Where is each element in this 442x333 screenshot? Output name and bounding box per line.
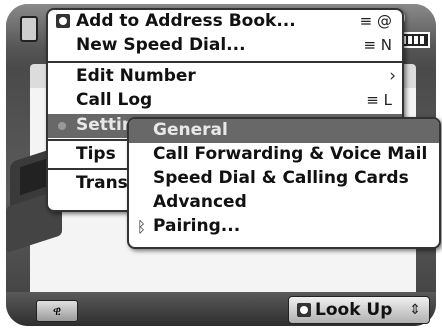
address-book-icon — [297, 303, 311, 317]
phone-icon — [20, 16, 38, 42]
menu-item-call-log[interactable]: Call Log ≡ L — [48, 89, 402, 113]
menu-item-add-to-address-book[interactable]: Add to Address Book... ≡ @ — [48, 10, 402, 34]
look-up-button[interactable]: Look Up ⇕ — [288, 296, 430, 324]
settings-submenu[interactable]: General Call Forwarding & Voice Mail Spe… — [127, 117, 441, 249]
submenu-item-advanced[interactable]: Advanced — [129, 191, 439, 215]
shortcut-label: ≡ L — [366, 91, 392, 109]
address-book-icon — [56, 14, 70, 28]
chevron-right-icon: › — [389, 66, 396, 86]
submenu-bullet-icon — [58, 122, 66, 130]
menu-item-new-speed-dial[interactable]: New Speed Dial... ≡ N — [48, 34, 402, 58]
shortcut-label: ≡ @ — [359, 12, 392, 30]
keypad-icon: ዊ — [52, 304, 62, 318]
submenu-item-speed-dial[interactable]: Speed Dial & Calling Cards — [129, 167, 439, 191]
keypad-toggle-button[interactable]: ዊ — [36, 300, 78, 322]
menu-divider — [48, 61, 402, 63]
up-down-arrows-icon: ⇕ — [409, 302, 421, 318]
submenu-item-pairing[interactable]: ᛒ Pairing... — [129, 215, 439, 239]
shortcut-label: ≡ N — [363, 36, 392, 54]
submenu-item-general[interactable]: General — [129, 119, 439, 143]
submenu-item-call-forwarding[interactable]: Call Forwarding & Voice Mail — [129, 143, 439, 167]
menu-item-edit-number[interactable]: Edit Number › — [48, 65, 402, 89]
phone-screen: 0 pm Add to Address Book... ≡ @ New Spee… — [0, 0, 442, 333]
bluetooth-icon: ᛒ — [137, 218, 147, 236]
